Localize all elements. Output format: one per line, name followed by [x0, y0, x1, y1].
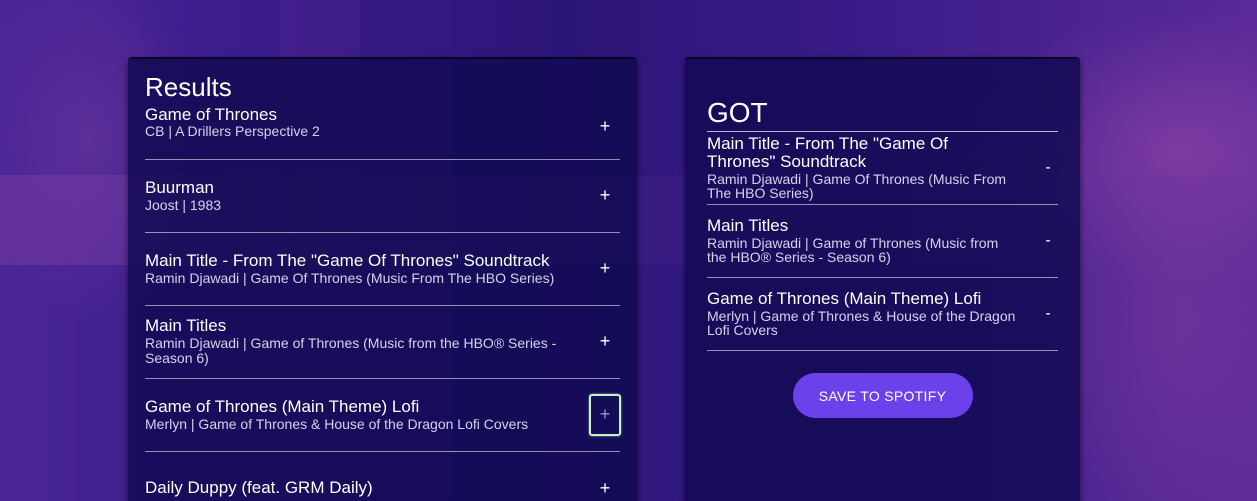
- remove-track-button[interactable]: -: [1037, 147, 1059, 189]
- remove-track-button[interactable]: -: [1037, 220, 1059, 262]
- track-name: Game of Thrones: [145, 104, 277, 124]
- track-artist-album: Ramin Djawadi | Game of Thrones (Music f…: [145, 335, 557, 367]
- playlist-track: Game of Thrones (Main Theme) Lofi Merlyn…: [707, 278, 1058, 351]
- track-artist-album: Ramin Djawadi | Game Of Thrones (Music F…: [145, 269, 555, 286]
- add-track-button[interactable]: +: [589, 467, 621, 501]
- track-name: Buurman: [145, 177, 214, 197]
- save-to-spotify-button[interactable]: SAVE TO SPOTIFY: [792, 373, 973, 418]
- result-track: Game of Thrones (Main Theme) Lofi Merlyn…: [145, 379, 621, 452]
- track-name: Daily Duppy (feat. GRM Daily): [145, 477, 373, 497]
- track-artist-album: Merlyn | Game of Thrones & House of the …: [707, 307, 1016, 339]
- result-track: Main Title - From The "Game Of Thrones" …: [145, 233, 620, 306]
- results-panel: Results Game of Thrones CB | A Drillers …: [128, 57, 637, 501]
- result-track: Main Titles Ramin Djawadi | Game of Thro…: [145, 306, 620, 379]
- track-artist-album: Joost | 1983: [145, 196, 222, 213]
- playlist-tracklist: Main Title - From The "Game Of Thrones" …: [707, 132, 1058, 351]
- track-artist-album: CB | A Drillers Perspective 2: [145, 123, 320, 140]
- add-track-button[interactable]: +: [589, 106, 621, 148]
- playlist-panel: Main Title - From The "Game Of Thrones" …: [685, 57, 1080, 501]
- add-track-button[interactable]: +: [589, 248, 621, 290]
- result-track: Game of Thrones CB | A Drillers Perspect…: [145, 102, 620, 160]
- playlist-track: Main Title - From The "Game Of Thrones" …: [707, 132, 1058, 205]
- results-title: Results: [145, 72, 232, 102]
- track-name: Main Title - From The "Game Of Thrones" …: [145, 250, 550, 270]
- playlist-track: Main Titles Ramin Djawadi | Game of Thro…: [707, 205, 1058, 278]
- track-artist-album: Ramin Djawadi | Game of Thrones (Music f…: [707, 234, 999, 266]
- add-track-button[interactable]: +: [589, 393, 621, 436]
- track-name: Main Titles: [145, 316, 227, 336]
- remove-track-button[interactable]: -: [1037, 293, 1059, 335]
- track-artist-album: Ramin Djawadi | Game Of Thrones (Music F…: [707, 170, 1007, 202]
- track-name: Game of Thrones (Main Theme) Lofi: [707, 288, 982, 308]
- track-artist-album: Merlyn | Game of Thrones & House of the …: [145, 415, 529, 432]
- add-track-button[interactable]: +: [589, 175, 621, 217]
- playlist-name-input[interactable]: [707, 97, 1058, 132]
- result-track: Daily Duppy (feat. GRM Daily) +: [145, 452, 620, 501]
- track-name: Game of Thrones (Main Theme) Lofi: [145, 396, 420, 416]
- add-track-button[interactable]: +: [589, 321, 621, 363]
- track-name: Main Title - From The "Game Of Thrones" …: [707, 133, 948, 171]
- track-name: Main Titles: [707, 215, 789, 235]
- result-track: Buurman Joost | 1983 +: [145, 160, 620, 233]
